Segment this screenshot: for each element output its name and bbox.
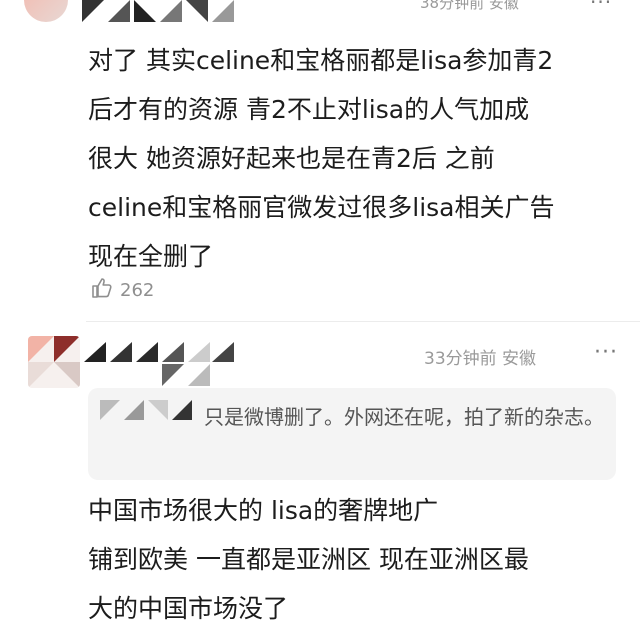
- quoted-reply[interactable]: 只是微博删了。外网还在呢，拍了新的杂志。: [88, 388, 616, 480]
- comment-text-line: celine和宝格丽官微发过很多lisa相关广告: [88, 193, 555, 222]
- comment-text-line: 对了 其实celine和宝格丽都是lisa参加青2: [88, 46, 554, 75]
- like-count: 262: [120, 280, 155, 301]
- comment-text-line: 铺到欧美 一直都是亚洲区 现在亚洲区最: [88, 545, 529, 574]
- more-dots-icon[interactable]: ···: [590, 0, 612, 14]
- more-dots-icon[interactable]: ···: [594, 340, 618, 365]
- quote-text: 只是微博删了。外网还在呢，拍了新的杂志。: [204, 405, 604, 429]
- comment-body: 对了 其实celine和宝格丽都是lisa参加青2 后才有的资源 青2不止对li…: [88, 36, 628, 281]
- like-button[interactable]: 262: [90, 276, 154, 305]
- comment-body: 中国市场很大的 lisa的奢牌地广 铺到欧美 一直都是亚洲区 现在亚洲区最 大的…: [88, 486, 628, 633]
- comment-text-line: 后才有的资源 青2不止对lisa的人气加成: [88, 95, 530, 124]
- comment-text-line: 很大 她资源好起来也是在青2后 之前: [88, 144, 495, 173]
- user-avatar[interactable]: [24, 0, 68, 22]
- comment-meta: 33分钟前 安徽: [424, 349, 537, 369]
- comment-text-line: 中国市场很大的 lisa的奢牌地广: [88, 496, 439, 525]
- comment-text-line: 现在全删了: [88, 242, 214, 271]
- comment-text-line: 大的中国市场没了: [88, 594, 289, 623]
- thumbs-up-icon: [90, 276, 114, 305]
- user-avatar[interactable]: [28, 336, 80, 388]
- username-mosaic[interactable]: [84, 336, 244, 392]
- comment-meta: 38分钟前 安徽: [420, 0, 519, 12]
- comment-divider: [86, 321, 640, 322]
- username-mosaic[interactable]: [82, 0, 252, 22]
